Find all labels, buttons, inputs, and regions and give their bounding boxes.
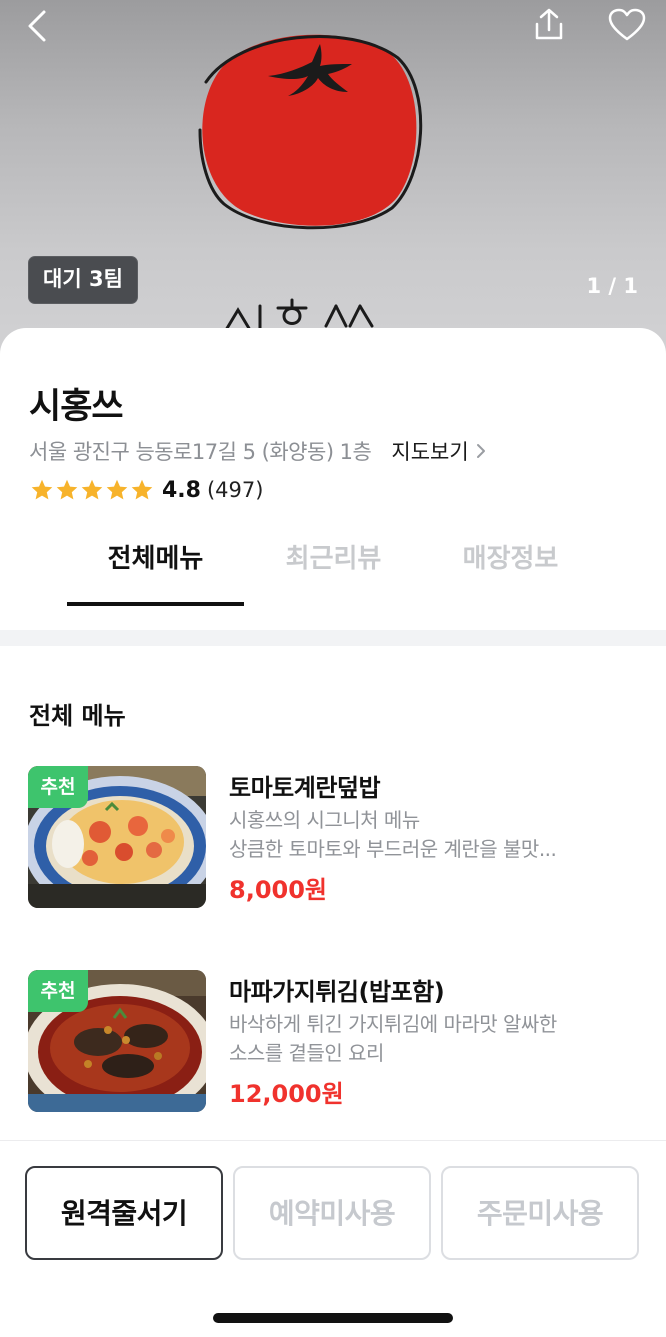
tab-store-info[interactable]: 매장정보 bbox=[422, 538, 599, 575]
menu-desc-line: 바삭하게 튀긴 가지튀김에 마라맛 알싸한 bbox=[229, 1012, 557, 1036]
remote-queue-button[interactable]: 원격줄서기 bbox=[25, 1166, 223, 1260]
photo-counter: 1 / 1 bbox=[586, 274, 638, 298]
heart-icon bbox=[608, 8, 646, 41]
map-link[interactable]: 지도보기 bbox=[391, 436, 486, 466]
star-icon bbox=[56, 479, 78, 500]
menu-item-name: 토마토계란덮밥 bbox=[229, 774, 381, 802]
menu-section-title: 전체 메뉴 bbox=[29, 702, 126, 730]
chevron-left-icon bbox=[28, 10, 46, 42]
tab-bar: 전체메뉴 최근리뷰 매장정보 bbox=[0, 516, 666, 618]
store-photo-banner[interactable]: 대기 3팀 1 / 1 bbox=[0, 0, 666, 360]
menu-item-price: 8,000원 bbox=[229, 876, 327, 904]
store-address: 서울 광진구 능동로17길 5 (화양동) 1층 bbox=[29, 440, 372, 464]
waiting-teams-badge: 대기 3팀 bbox=[28, 256, 138, 304]
share-button[interactable] bbox=[530, 6, 568, 44]
bottom-bar-divider bbox=[0, 1140, 666, 1141]
star-icon bbox=[81, 479, 103, 500]
store-name: 시홍쓰 bbox=[29, 387, 124, 427]
favorite-button[interactable] bbox=[606, 6, 648, 44]
recommended-badge: 추천 bbox=[28, 766, 88, 808]
menu-desc-line: 시홍쓰의 시그니처 메뉴 bbox=[229, 808, 420, 832]
menu-item-photo: 추천 bbox=[28, 970, 206, 1112]
menu-item[interactable]: 추천 토마토계란덮밥 시홍쓰의 시그니처 메뉴 상큼한 토마토와 부드러운 계란… bbox=[0, 766, 666, 916]
star-icon bbox=[106, 479, 128, 500]
tab-all-menu[interactable]: 전체메뉴 bbox=[67, 538, 244, 575]
order-button[interactable]: 주문미사용 bbox=[441, 1166, 639, 1260]
store-logo-image bbox=[198, 34, 423, 342]
map-link-label: 지도보기 bbox=[391, 440, 469, 464]
share-icon bbox=[535, 8, 563, 40]
address-row: 서울 광진구 능동로17길 5 (화양동) 1층 지도보기 bbox=[29, 436, 487, 466]
menu-item-description: 시홍쓰의 시그니처 메뉴 상큼한 토마토와 부드러운 계란을 불맛... bbox=[229, 806, 629, 864]
rating-stars bbox=[30, 478, 155, 502]
menu-item-price: 12,000원 bbox=[229, 1080, 344, 1108]
section-divider bbox=[0, 630, 666, 646]
star-icon bbox=[31, 479, 53, 500]
rating-score: 4.8 bbox=[162, 477, 201, 503]
menu-item-photo: 추천 bbox=[28, 766, 206, 908]
menu-item-name: 마파가지튀김(밥포함) bbox=[229, 978, 445, 1006]
recommended-badge: 추천 bbox=[28, 970, 88, 1012]
back-button[interactable] bbox=[22, 8, 56, 44]
chevron-right-icon bbox=[476, 444, 485, 458]
tab-recent-reviews[interactable]: 최근리뷰 bbox=[245, 538, 422, 575]
active-tab-indicator bbox=[67, 602, 244, 606]
rating-row: 4.8 (497) bbox=[30, 476, 263, 504]
home-indicator bbox=[213, 1313, 453, 1323]
star-icon bbox=[131, 479, 153, 500]
menu-item[interactable]: 추천 마파가지튀김(밥포함) 바삭하게 튀긴 가지튀김에 마라맛 알싸한 소스를… bbox=[0, 970, 666, 1120]
menu-desc-line: 소스를 곁들인 요리 bbox=[229, 1041, 384, 1065]
review-count[interactable]: (497) bbox=[207, 478, 263, 502]
reservation-button[interactable]: 예약미사용 bbox=[233, 1166, 431, 1260]
menu-desc-line: 상큼한 토마토와 부드러운 계란을 불맛... bbox=[229, 837, 557, 861]
menu-item-description: 바삭하게 튀긴 가지튀김에 마라맛 알싸한 소스를 곁들인 요리 bbox=[229, 1010, 629, 1068]
